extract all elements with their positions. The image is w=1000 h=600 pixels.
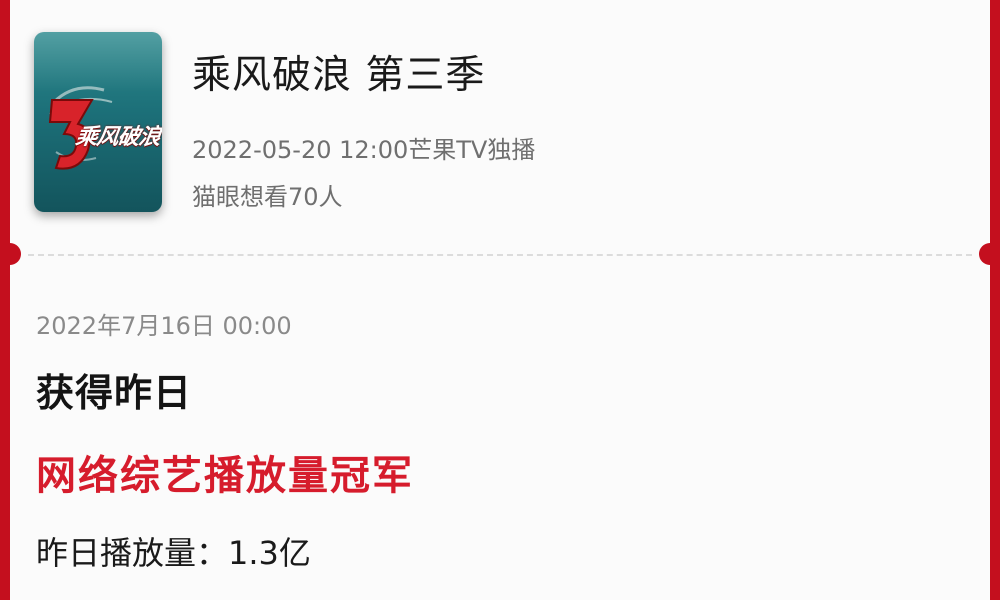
ticket-card: 乘风破浪 乘风破浪 第三季 2022-05-20 12:00芒果TV独播 猫眼想… (10, 0, 990, 600)
show-poster[interactable]: 乘风破浪 (34, 32, 162, 212)
yesterday-plays: 昨日播放量：1.3亿 (36, 534, 311, 572)
notice-timestamp: 2022年7月16日 00:00 (36, 312, 292, 340)
notice-headline: 获得昨日 (36, 371, 193, 415)
poster-logo-text: 乘风破浪 (73, 124, 162, 150)
ticket-notch-left (10, 243, 21, 265)
release-info: 2022-05-20 12:00芒果TV独播 (192, 136, 536, 164)
award-title: 网络综艺播放量冠军 (36, 453, 414, 499)
dashed-divider (28, 254, 972, 256)
wish-count: 猫眼想看70人 (192, 183, 343, 211)
ticket-notch-right (979, 243, 990, 265)
show-title[interactable]: 乘风破浪 第三季 (192, 44, 485, 100)
